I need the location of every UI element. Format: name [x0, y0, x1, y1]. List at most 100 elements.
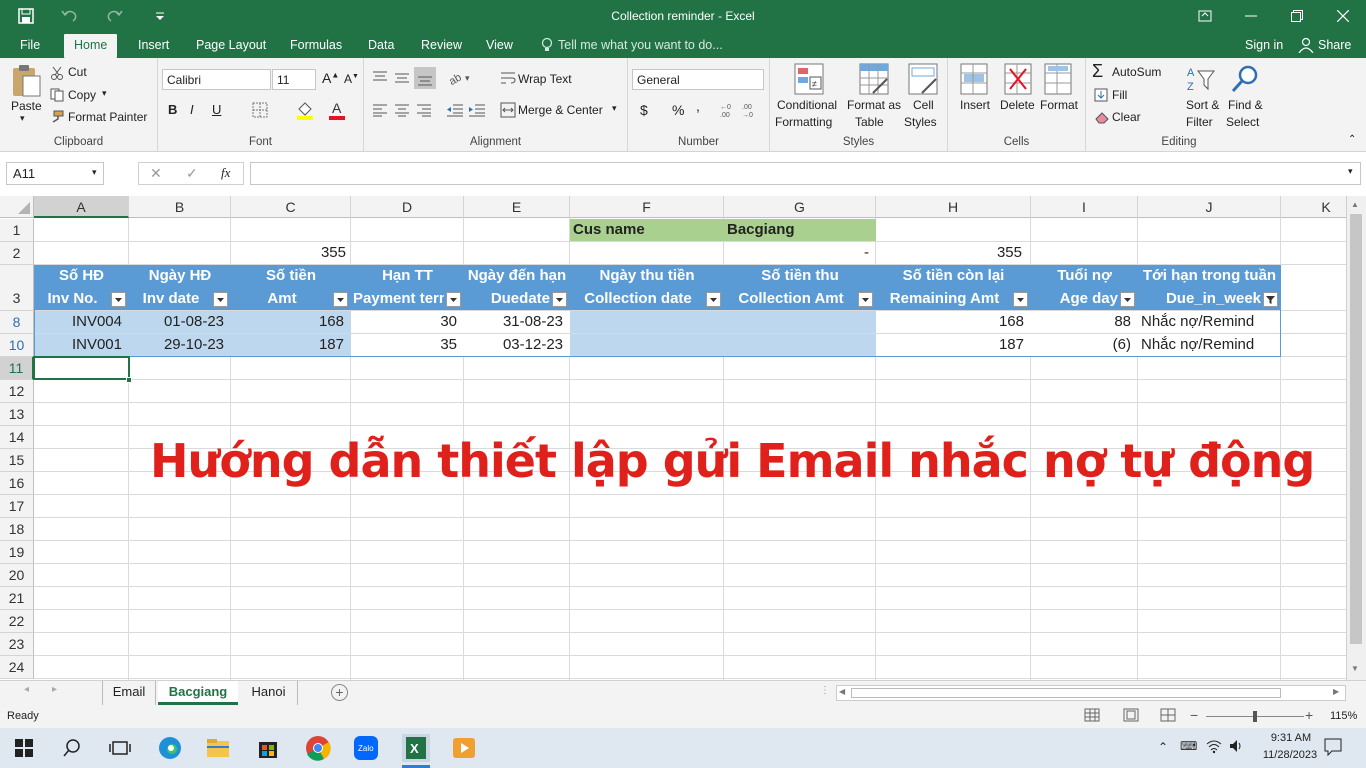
filter-dropdown-icon[interactable]	[1120, 292, 1135, 307]
sign-in-link[interactable]: Sign in	[1245, 38, 1283, 52]
row-header-18[interactable]: 18	[0, 518, 34, 541]
row-header-1[interactable]: 1	[0, 219, 34, 242]
store-icon[interactable]	[254, 734, 282, 762]
filter-dropdown-icon[interactable]	[111, 292, 126, 307]
tab-formulas[interactable]: Formulas	[290, 38, 342, 52]
normal-view-icon[interactable]	[1084, 708, 1100, 722]
zoom-in-button[interactable]: +	[1305, 707, 1313, 723]
sheet-tab-bacgiang[interactable]: Bacgiang	[158, 681, 238, 705]
row-header-21[interactable]: 21	[0, 587, 34, 610]
font-size-dropdown[interactable]: 11	[272, 69, 316, 90]
column-header-G[interactable]: G	[724, 196, 876, 218]
row-header-13[interactable]: 13	[0, 403, 34, 426]
cell-F1[interactable]: Cus name	[573, 219, 645, 241]
cell-styles-label-2[interactable]: Styles	[904, 115, 937, 129]
merge-dropdown-icon[interactable]: ▾	[612, 103, 617, 114]
excel-taskbar-icon[interactable]: X	[402, 734, 430, 762]
wrap-text-button[interactable]: Wrap Text	[518, 72, 572, 86]
expand-formula-bar-icon[interactable]: ▾	[1348, 166, 1353, 177]
decrease-indent-icon[interactable]	[446, 103, 464, 117]
scroll-right-icon[interactable]: ▶	[1333, 687, 1339, 696]
filter-dropdown-icon[interactable]	[333, 292, 348, 307]
tab-home[interactable]: Home	[64, 34, 118, 58]
table-cell[interactable]: 29-10-23	[132, 334, 224, 356]
table-cell[interactable]: 03-12-23	[467, 334, 563, 356]
minimize-button[interactable]	[1228, 0, 1274, 32]
cell-styles-label-1[interactable]: Cell	[913, 98, 934, 112]
orientation-icon[interactable]: ab ▾	[448, 69, 472, 85]
zoom-slider-thumb[interactable]	[1253, 711, 1257, 722]
vertical-scroll-thumb[interactable]	[1350, 214, 1362, 644]
format-painter-button[interactable]: Format Painter	[68, 110, 147, 124]
volume-icon[interactable]	[1228, 738, 1244, 754]
table-cell[interactable]: Nhắc nợ/Remind	[1141, 311, 1278, 333]
filter-dropdown-icon[interactable]	[706, 292, 721, 307]
filter-dropdown-icon[interactable]	[858, 292, 873, 307]
vertical-scrollbar[interactable]: ▲ ▼	[1346, 196, 1366, 680]
conditional-formatting-icon[interactable]: ≠	[794, 63, 824, 95]
scroll-down-icon[interactable]: ▼	[1351, 664, 1359, 673]
delete-cells-icon[interactable]	[1004, 63, 1032, 95]
italic-button[interactable]: I	[190, 102, 194, 117]
font-name-dropdown[interactable]: Calibri	[162, 69, 271, 90]
clear-button[interactable]: Clear	[1112, 110, 1141, 124]
find-select-label-2[interactable]: Select	[1226, 115, 1259, 129]
row-header-14[interactable]: 14	[0, 426, 34, 449]
prev-sheet-icon[interactable]: ◂	[24, 684, 29, 695]
edge-browser-icon[interactable]	[156, 734, 184, 762]
new-sheet-button[interactable]: +	[331, 684, 348, 701]
table-cell[interactable]: 187	[879, 334, 1024, 356]
table-cell[interactable]: INV004	[37, 311, 122, 333]
formula-input[interactable]	[250, 162, 1361, 185]
name-box-dropdown-icon[interactable]: ▾	[92, 167, 97, 178]
font-color-icon[interactable]: A	[328, 100, 346, 120]
scroll-up-icon[interactable]: ▲	[1351, 200, 1359, 209]
column-header-I[interactable]: I	[1031, 196, 1138, 218]
clock-date[interactable]: 11/28/2023	[1252, 749, 1328, 761]
increase-indent-icon[interactable]	[468, 103, 486, 117]
column-header-H[interactable]: H	[876, 196, 1031, 218]
align-middle-icon[interactable]	[394, 70, 410, 84]
format-painter-icon[interactable]	[50, 110, 64, 124]
filter-dropdown-icon[interactable]	[446, 292, 461, 307]
wrap-text-icon[interactable]	[500, 70, 516, 86]
align-bottom-icon[interactable]	[414, 67, 436, 89]
column-header-D[interactable]: D	[351, 196, 464, 218]
zalo-icon[interactable]: Zalo	[352, 734, 380, 762]
cut-icon[interactable]	[50, 66, 64, 80]
horizontal-scroll-thumb[interactable]	[851, 688, 1281, 698]
cell-G2[interactable]: -	[724, 242, 869, 264]
wifi-icon[interactable]	[1206, 738, 1222, 754]
cell-G1[interactable]: Bacgiang	[727, 219, 795, 241]
table-cell[interactable]: (6)	[1034, 334, 1131, 356]
row-header-11[interactable]: 11	[0, 357, 34, 380]
increase-decimal-icon[interactable]: ←0.00	[720, 102, 738, 118]
row-header-2[interactable]: 2	[0, 242, 34, 265]
paste-dropdown-icon[interactable]: ▾	[20, 113, 25, 124]
horizontal-scrollbar[interactable]: ◀ ▶	[836, 685, 1346, 701]
clear-eraser-icon[interactable]	[1094, 110, 1110, 124]
tab-page-layout[interactable]: Page Layout	[196, 38, 266, 52]
bold-button[interactable]: B	[168, 102, 177, 117]
percent-button[interactable]: %	[672, 102, 684, 118]
tab-splitter-icon[interactable]: ⋮	[820, 685, 830, 696]
underline-button[interactable]: U	[212, 102, 221, 117]
cell-H2[interactable]: 355	[876, 242, 1022, 264]
tab-data[interactable]: Data	[368, 38, 394, 52]
table-cell[interactable]: 31-08-23	[467, 311, 563, 333]
sort-filter-label-2[interactable]: Filter	[1186, 115, 1213, 129]
zoom-out-button[interactable]: −	[1190, 707, 1198, 723]
column-header-B[interactable]: B	[129, 196, 231, 218]
row-header-24[interactable]: 24	[0, 656, 34, 679]
table-cell[interactable]: 35	[354, 334, 457, 356]
format-as-table-label-2[interactable]: Table	[855, 115, 884, 129]
row-header-8[interactable]: 8	[0, 311, 34, 334]
row-header-12[interactable]: 12	[0, 380, 34, 403]
clock-time[interactable]: 9:31 AM	[1256, 732, 1326, 744]
grow-font-icon[interactable]: A▲	[322, 70, 339, 86]
merge-center-button[interactable]: Merge & Center	[518, 103, 603, 117]
ribbon-display-icon[interactable]	[1182, 0, 1228, 32]
shrink-font-icon[interactable]: A▼	[344, 72, 359, 86]
select-all-corner[interactable]	[0, 196, 34, 218]
currency-button[interactable]: $	[640, 102, 648, 118]
